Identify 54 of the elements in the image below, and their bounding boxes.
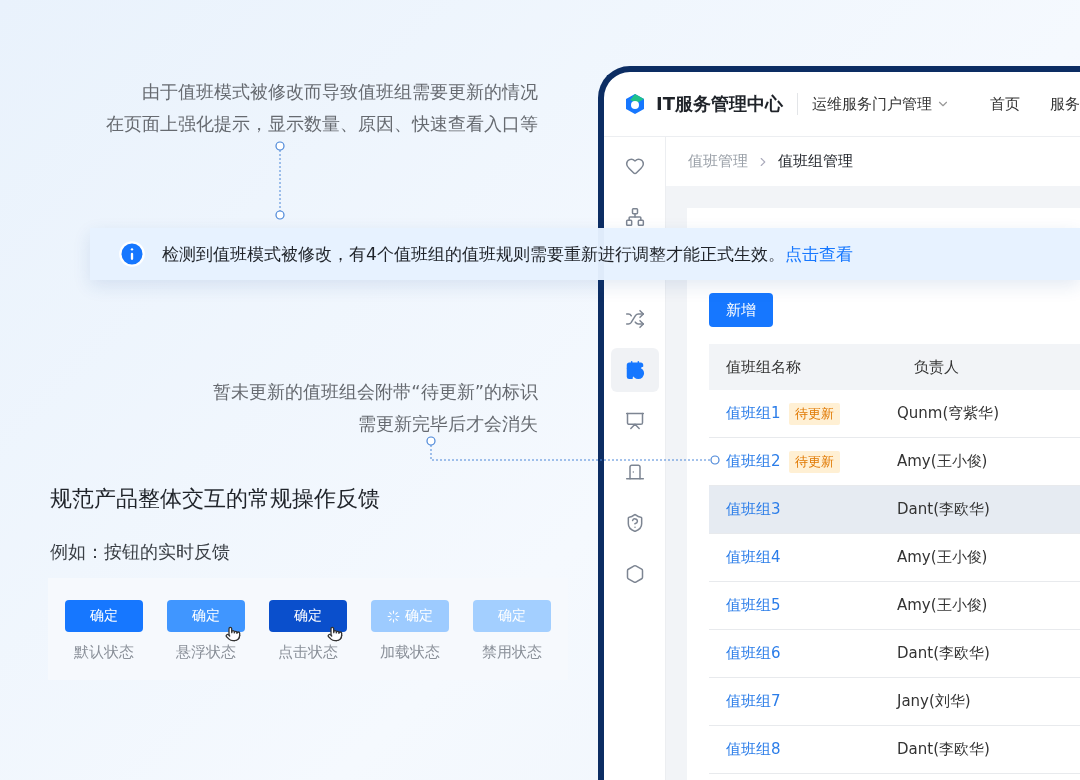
- nav-link[interactable]: 首页: [990, 94, 1020, 114]
- annotation-text: 在页面上强化提示，显示数量、原因、快速查看入口等: [106, 112, 538, 136]
- confirm-button[interactable]: 确定: [65, 600, 143, 632]
- state-caption: 默认状态: [74, 642, 134, 662]
- state-caption: 悬浮状态: [176, 642, 236, 662]
- group-name-link[interactable]: 值班组6: [726, 644, 781, 663]
- group-name-link[interactable]: 值班组8: [726, 740, 781, 759]
- group-name-link[interactable]: 值班组2: [726, 452, 781, 471]
- section-subtitle: 例如：按钮的实时反馈: [50, 540, 231, 564]
- portal-menu[interactable]: 运维服务门户管理: [812, 94, 950, 114]
- owner-cell-text: Amy(王小俊): [897, 452, 989, 471]
- breadcrumb-link[interactable]: 值班组管理: [778, 152, 853, 171]
- view-link[interactable]: 点击查看: [784, 243, 853, 264]
- spinner-icon: [387, 609, 400, 623]
- table-row[interactable]: 值班组3 Dant(李欧华): [709, 486, 1080, 534]
- pending-update-tag: 待更新: [788, 450, 840, 473]
- door-icon: [624, 462, 645, 482]
- group-name-link[interactable]: 值班组3: [726, 500, 781, 519]
- state-caption: 加载状态: [380, 642, 440, 662]
- owner-cell-text: Amy(王小俊): [897, 596, 989, 615]
- hierarchy-icon: [624, 207, 645, 227]
- group-name-link[interactable]: 值班组4: [726, 548, 781, 567]
- owner-cell-text: Qunm(穹紫华): [897, 404, 1001, 423]
- chart-monitor-icon: [624, 411, 645, 431]
- owner-cell-text: Dant(李欧华): [897, 740, 991, 759]
- breadcrumb-link[interactable]: 值班管理: [688, 152, 748, 171]
- annotation-text: 由于值班模式被修改而导致值班组需要更新的情况: [142, 80, 538, 104]
- logo-icon: [624, 93, 646, 115]
- info-icon: [118, 240, 146, 268]
- shuffle-icon: [624, 309, 645, 329]
- nav-link[interactable]: 服务: [1050, 94, 1080, 114]
- annotation-text: 需更新完毕后才会消失: [358, 412, 538, 436]
- pending-update-tag: 待更新: [788, 402, 840, 425]
- owner-cell-text: Jany(刘华): [897, 692, 972, 711]
- group-name-link[interactable]: 值班组5: [726, 596, 781, 615]
- state-caption: 禁用状态: [482, 642, 542, 662]
- column-header: 值班组名称: [725, 357, 802, 377]
- hexagon-icon: [624, 564, 645, 584]
- owner-cell-text: Amy(王小俊): [897, 548, 989, 567]
- app-title: IT服务管理中心: [656, 92, 783, 116]
- annotation-text: 暂未更新的值班组会附带“待更新”的标识: [213, 380, 538, 404]
- hand-cursor-icon: [225, 626, 241, 642]
- group-name-link[interactable]: 值班组1: [726, 404, 781, 423]
- section-heading: 规范产品整体交互的常规操作反馈: [50, 485, 381, 513]
- owner-cell-text: Dant(李欧华): [897, 644, 991, 663]
- add-button[interactable]: 新增: [709, 293, 773, 327]
- group-name-link[interactable]: 值班组7: [726, 692, 781, 711]
- notice-message: 检测到值班模式被修改，有4个值班组的值班规则需要重新进行调整才能正式生效。点击查看: [162, 242, 853, 266]
- hand-cursor-icon: [327, 626, 343, 642]
- state-caption: 点击状态: [278, 642, 338, 662]
- owner-cell-text: Dant(李欧华): [897, 500, 991, 519]
- column-header: 负责人: [913, 357, 960, 377]
- heart-icon: [624, 156, 645, 176]
- sidebar-item[interactable]: [610, 348, 659, 392]
